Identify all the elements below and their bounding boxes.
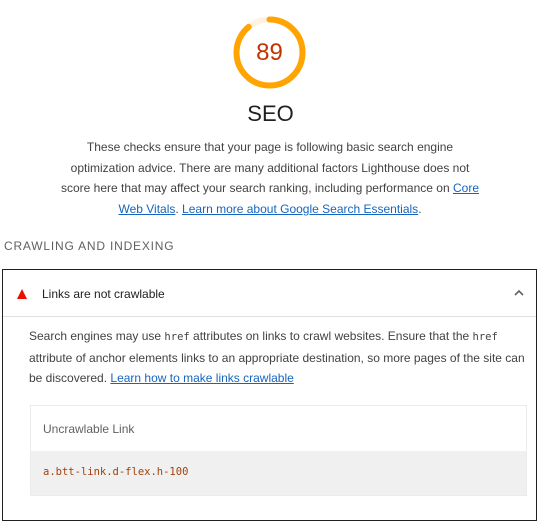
learn-crawlable-link[interactable]: Learn how to make links crawlable [110,371,293,385]
chevron-up-icon[interactable] [512,286,526,300]
fail-triangle-icon [17,289,27,299]
google-search-essentials-link[interactable]: Learn more about Google Search Essential… [182,202,418,216]
audit-desc-text-1: Search engines may use [29,329,165,343]
score-gauge: 89 [232,15,307,90]
details-table: Uncrawlable Link a.btt-link.d-flex.h-100 [30,405,527,496]
group-title: CRAWLING AND INDEXING [4,239,175,253]
href-code-1: href [164,331,190,343]
description-text-3: . [418,201,422,216]
category-description: These checks ensure that your page is fo… [55,137,485,219]
audit-header[interactable]: Links are not crawlable [3,270,536,317]
category-title: SEO [247,101,294,126]
description-text-1: These checks ensure that your page is fo… [60,140,470,195]
column-header-uncrawlable-link: Uncrawlable Link [43,422,135,436]
audit-links-crawlable: Links are not crawlable Search engines m… [2,269,537,521]
score-value: 89 [256,38,283,66]
href-code-2: href [472,331,498,343]
audit-desc-text-2: attributes on links to crawl websites. E… [189,329,473,343]
audit-title: Links are not crawlable [42,287,165,301]
audit-description: Search engines may use href attributes o… [29,326,529,389]
table-row: a.btt-link.d-flex.h-100 [31,451,526,495]
table-cell-selector: a.btt-link.d-flex.h-100 [43,466,189,478]
table-header: Uncrawlable Link [31,406,526,451]
